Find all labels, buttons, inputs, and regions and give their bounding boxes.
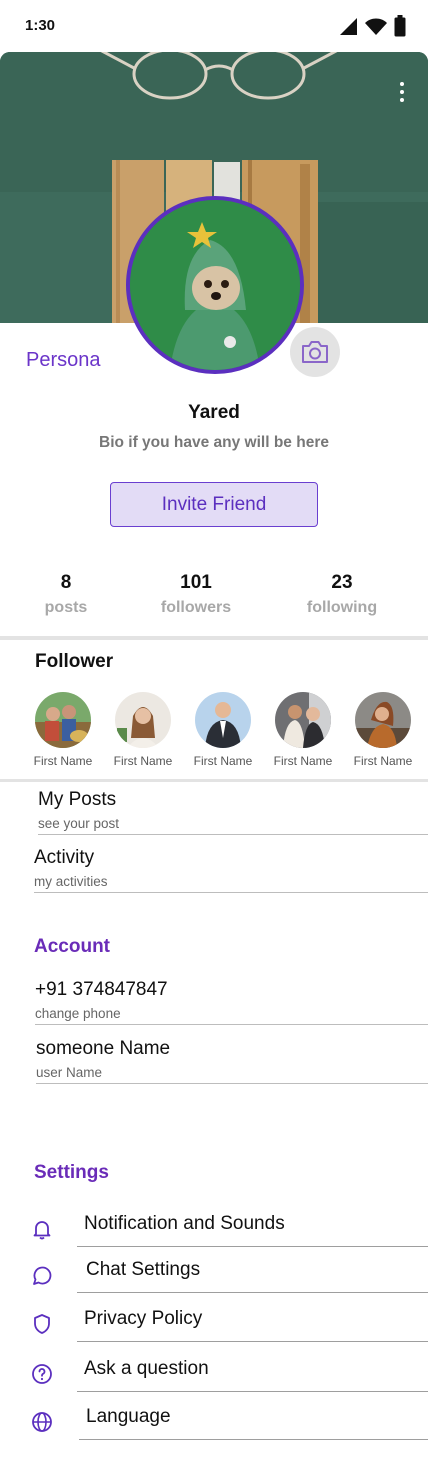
section-divider: [0, 779, 428, 782]
settings-item-label: Language: [86, 1406, 171, 1427]
change-photo-button[interactable]: [290, 327, 340, 377]
stat-label: followers: [160, 599, 232, 616]
menu-item-subtitle: see your post: [38, 816, 120, 831]
row-divider: [77, 1391, 428, 1392]
settings-ask-question[interactable]: Ask a question: [0, 1350, 428, 1398]
stat-following[interactable]: 23 following: [272, 572, 412, 617]
follower-avatar: [35, 692, 91, 748]
stat-label: following: [306, 599, 378, 616]
row-divider: [77, 1341, 428, 1342]
more-options-button[interactable]: [394, 80, 410, 104]
stat-label: posts: [44, 599, 88, 616]
username-item[interactable]: someone Name user Name: [36, 1038, 428, 1084]
follower-item[interactable]: First Name: [107, 692, 179, 768]
app-brand: Persona: [26, 349, 101, 371]
account-item-title: +91 374847847: [35, 979, 168, 1000]
bell-icon: [33, 1221, 51, 1240]
status-bar: 1:30: [0, 0, 428, 52]
activity-item[interactable]: Activity my activities: [34, 847, 428, 893]
stat-followers[interactable]: 101 followers: [126, 572, 266, 617]
profile-stats: 8 posts 101 followers 23 following: [0, 572, 428, 632]
account-item-subtitle: user Name: [36, 1065, 103, 1080]
shield-icon: [34, 1314, 50, 1334]
menu-item-title: Activity: [34, 847, 95, 868]
settings-language[interactable]: Language: [0, 1398, 428, 1446]
follower-avatar: [115, 692, 171, 748]
battery-icon: [394, 15, 406, 37]
stat-value: 101: [180, 572, 212, 593]
follower-name: First Name: [353, 754, 413, 768]
follower-name: First Name: [33, 754, 93, 768]
account-item-title: someone Name: [36, 1038, 171, 1059]
follower-item[interactable]: First Name: [187, 692, 259, 768]
stat-posts[interactable]: 8 posts: [0, 572, 136, 617]
menu-item-subtitle: my activities: [34, 874, 108, 889]
phone-item[interactable]: +91 374847847 change phone: [35, 979, 428, 1025]
follower-avatar: [355, 692, 411, 748]
wifi-icon: [365, 18, 387, 35]
chat-bubble-icon: [33, 1266, 52, 1285]
follower-avatar: [275, 692, 331, 748]
follower-item[interactable]: First Name: [347, 692, 419, 768]
question-circle-icon: [32, 1364, 52, 1384]
settings-item-label: Ask a question: [84, 1358, 209, 1379]
follower-avatar: [195, 692, 251, 748]
settings-chat[interactable]: Chat Settings: [0, 1252, 428, 1300]
follower-name: First Name: [273, 754, 333, 768]
settings-item-label: Chat Settings: [86, 1259, 201, 1280]
followers-list: First Name First Name First Name First N…: [30, 692, 428, 772]
status-icons: [338, 15, 406, 37]
settings-notifications[interactable]: Notification and Sounds: [0, 1205, 428, 1253]
menu-item-title: My Posts: [38, 789, 117, 810]
follower-name: First Name: [193, 754, 253, 768]
stat-value: 8: [60, 572, 72, 593]
cellular-signal-icon: [340, 18, 357, 35]
invite-friend-button[interactable]: Invite Friend: [110, 482, 318, 527]
globe-icon: [32, 1412, 52, 1432]
settings-item-label: Notification and Sounds: [84, 1213, 285, 1234]
settings-section-title: Settings: [34, 1162, 109, 1183]
stat-value: 23: [331, 572, 353, 593]
follower-item[interactable]: First Name: [27, 692, 99, 768]
follower-item[interactable]: First Name: [267, 692, 339, 768]
settings-item-label: Privacy Policy: [84, 1308, 203, 1329]
account-section-title: Account: [34, 936, 110, 957]
settings-privacy[interactable]: Privacy Policy: [0, 1300, 428, 1348]
row-divider: [77, 1292, 428, 1293]
user-bio: Bio if you have any will be here: [99, 434, 329, 451]
row-divider: [77, 1246, 428, 1247]
status-time: 1:30: [25, 17, 56, 34]
section-divider: [0, 636, 428, 640]
avatar: [126, 196, 304, 374]
followers-title: Follower: [35, 651, 114, 672]
my-posts-item[interactable]: My Posts see your post: [38, 789, 428, 835]
follower-name: First Name: [113, 754, 173, 768]
account-item-subtitle: change phone: [35, 1006, 121, 1021]
camera-icon: [302, 341, 328, 363]
user-name: Yared: [188, 402, 240, 423]
row-divider: [79, 1439, 428, 1440]
